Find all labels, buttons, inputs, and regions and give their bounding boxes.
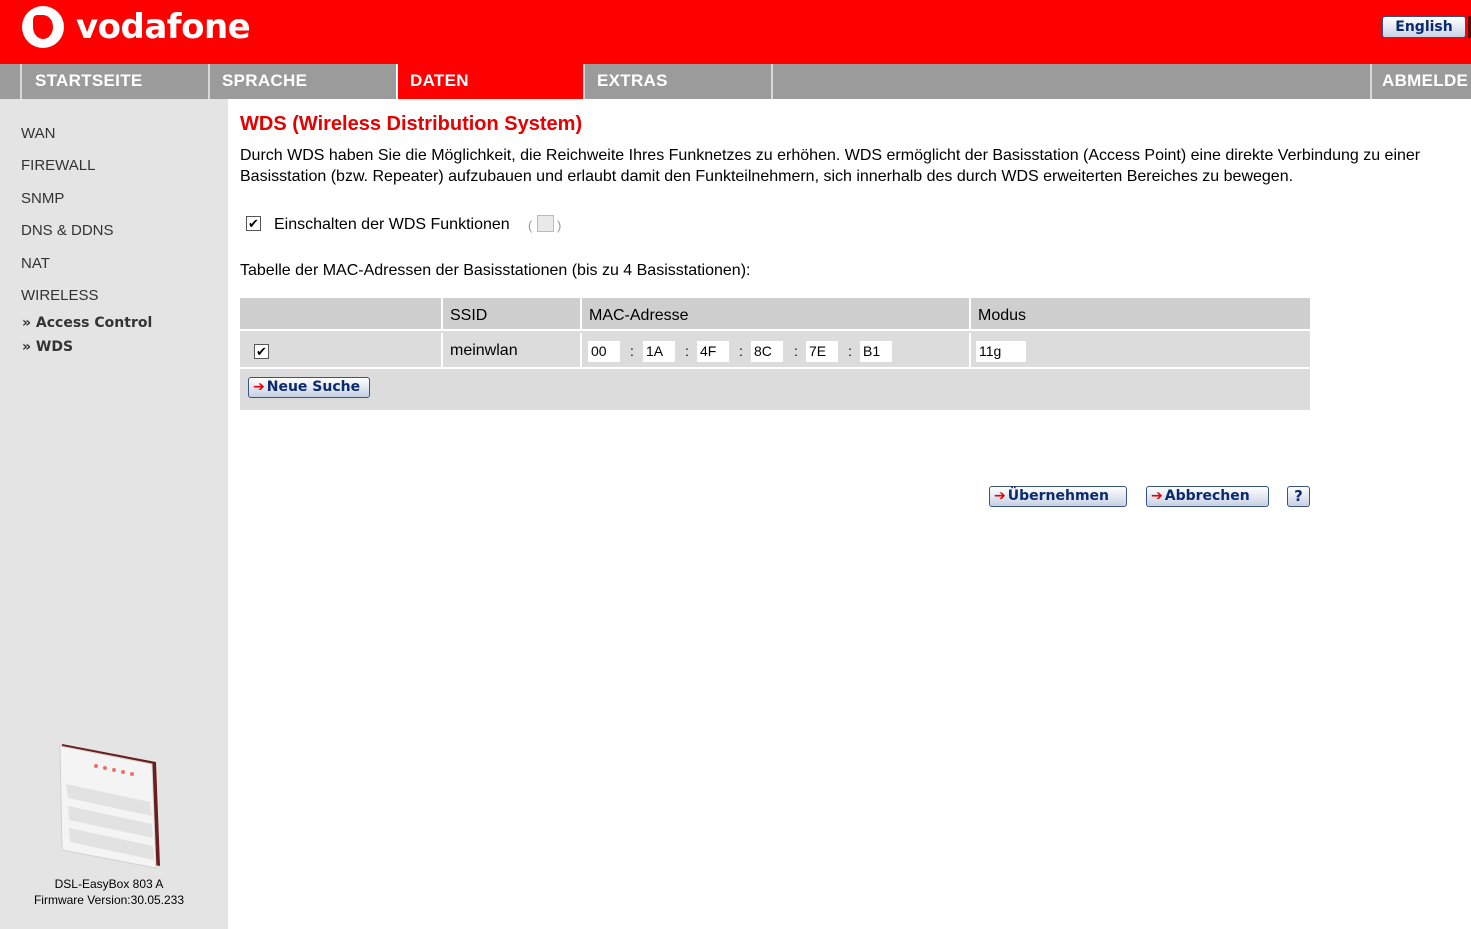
page-title: WDS (Wireless Distribution System) — [240, 113, 583, 135]
table-header-ssid: SSID — [443, 298, 582, 331]
mac-octet-4-input[interactable]: 8C — [751, 341, 783, 362]
arrow-right-icon: ➔ — [994, 488, 1006, 504]
brand-name: vodafone — [76, 7, 251, 47]
nav-spacer — [771, 64, 1371, 99]
nav-daten[interactable]: DATEN — [396, 64, 584, 99]
cancel-button[interactable]: ➔ Abbrechen — [1146, 486, 1269, 507]
sidebar-subitem-access-control[interactable]: » Access Control — [22, 315, 152, 331]
header-bar: vodafone English — [0, 0, 1471, 64]
table-header-modus: Modus — [971, 298, 1310, 331]
enable-wds-checkbox[interactable]: ✔ — [246, 216, 261, 231]
mac-separator: : — [848, 343, 852, 359]
nav-startseite[interactable]: STARTSEITE — [20, 64, 210, 99]
help-button[interactable]: ? — [1287, 486, 1310, 507]
table-cell-select — [240, 333, 443, 369]
sidebar-item-firewall[interactable]: FIREWALL — [21, 157, 95, 174]
arrow-right-icon: ➔ — [1151, 488, 1163, 504]
table-header-select — [240, 298, 443, 331]
apply-label: Übernehmen — [1007, 488, 1110, 504]
sidebar: WAN FIREWALL SNMP DNS & DDNS NAT WIRELES… — [0, 99, 228, 929]
table-header-mac: MAC-Adresse — [582, 298, 971, 331]
sidebar-item-wireless[interactable]: WIRELESS — [21, 287, 99, 304]
sidebar-item-wan[interactable]: WAN — [21, 125, 55, 142]
table-caption: Tabelle der MAC-Adressen der Basisstatio… — [240, 262, 751, 279]
mac-separator: : — [685, 343, 689, 359]
mac-octet-6-input[interactable]: B1 — [860, 341, 892, 362]
nav-extras[interactable]: EXTRAS — [583, 64, 773, 99]
language-button[interactable]: English — [1382, 16, 1466, 38]
arrow-right-icon: ➔ — [253, 379, 265, 395]
nav-abmelden[interactable]: ABMELDE — [1370, 64, 1471, 99]
new-search-button[interactable]: ➔ Neue Suche — [248, 377, 370, 398]
sidebar-subitem-wds[interactable]: » WDS — [22, 339, 73, 355]
row-select-checkbox[interactable]: ✔ — [254, 344, 269, 359]
sidebar-item-nat[interactable]: NAT — [21, 255, 50, 272]
vodafone-speechmark-icon — [22, 6, 64, 48]
vodafone-logo: vodafone — [22, 6, 251, 48]
top-navigation: STARTSEITE SPRACHE DATEN EXTRAS ABMELDE — [0, 64, 1471, 99]
mac-separator: : — [630, 343, 634, 359]
mac-octet-2-input[interactable]: 1A — [643, 341, 675, 362]
mac-separator: : — [739, 343, 743, 359]
mac-octet-3-input[interactable]: 4F — [697, 341, 729, 362]
paren-open: ( — [528, 218, 533, 233]
enable-wds-label: Einschalten der WDS Funktionen — [274, 216, 510, 233]
description-line-2: Basisstation (bzw. Repeater) aufzubauen … — [240, 168, 1294, 185]
disabled-checkbox — [537, 215, 554, 232]
sidebar-item-dns-ddns[interactable]: DNS & DDNS — [21, 222, 114, 239]
mac-octet-5-input[interactable]: 7E — [806, 341, 838, 362]
apply-button[interactable]: ➔ Übernehmen — [989, 486, 1127, 507]
modus-input[interactable]: 11g — [976, 341, 1026, 362]
cancel-label: Abbrechen — [1164, 488, 1250, 504]
sidebar-item-snmp[interactable]: SNMP — [21, 190, 64, 207]
description-line-1: Durch WDS haben Sie die Möglichkeit, die… — [240, 147, 1421, 164]
new-search-label: Neue Suche — [266, 379, 361, 395]
page-description: Durch WDS haben Sie die Möglichkeit, die… — [240, 145, 1471, 187]
paren-close: ) — [557, 218, 562, 233]
router-device-image — [59, 744, 160, 869]
mac-separator: : — [794, 343, 798, 359]
nav-sprache[interactable]: SPRACHE — [208, 64, 398, 99]
table-cell-ssid: meinwlan — [443, 333, 582, 369]
firmware-version: Firmware Version:30.05.233 — [33, 893, 185, 907]
device-name: DSL-EasyBox 803 A — [54, 877, 164, 891]
mac-octet-1-input[interactable]: 00 — [588, 341, 620, 362]
